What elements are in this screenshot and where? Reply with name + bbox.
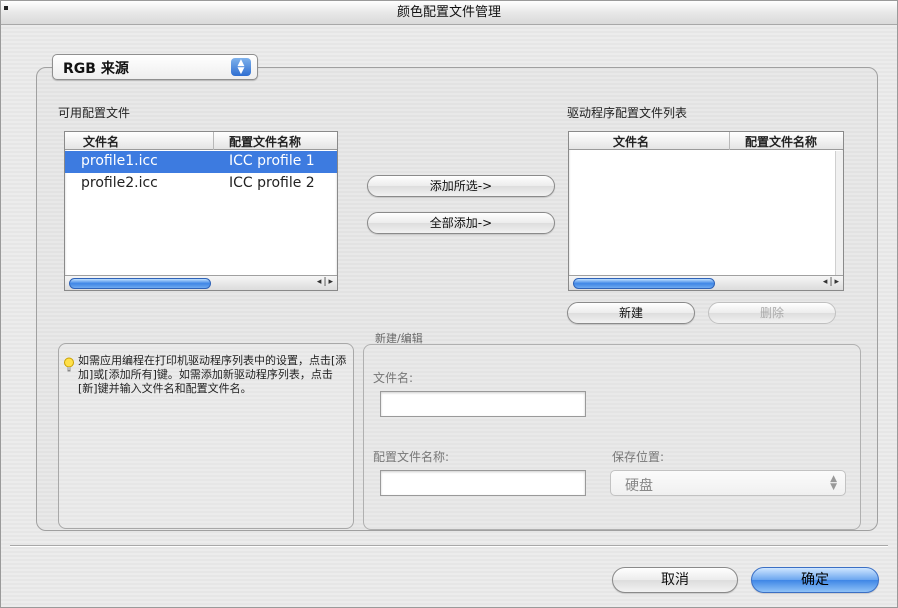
filename-label: 文件名:: [373, 371, 414, 385]
col-header-filename[interactable]: 文件名: [83, 133, 119, 150]
updown-arrows-icon: ▲ ▼: [231, 58, 251, 76]
vertical-scrollbar[interactable]: [835, 151, 843, 275]
col-header-profile[interactable]: 配置文件名称: [229, 133, 301, 150]
horizontal-scrollbar[interactable]: ◂|▸: [65, 275, 337, 290]
row-filename: profile1.icc: [81, 153, 158, 169]
col-header-filename[interactable]: 文件名: [613, 133, 649, 150]
available-profiles-label: 可用配置文件: [58, 106, 131, 120]
available-profiles-table[interactable]: 文件名 配置文件名称 profile1.icc ICC profile 1 pr…: [64, 131, 338, 291]
driver-profiles-table[interactable]: 文件名 配置文件名称 ◂|▸: [568, 131, 844, 291]
scroll-thumb[interactable]: [69, 278, 211, 289]
profile-name-field[interactable]: [380, 470, 586, 496]
lightbulb-icon: [64, 357, 74, 372]
new-button[interactable]: 新建: [567, 302, 695, 324]
scroll-arrows-icon[interactable]: ◂|▸: [317, 277, 335, 287]
cancel-button[interactable]: 取消: [612, 567, 738, 593]
save-location-value: 硬盘: [625, 478, 653, 494]
add-selected-button[interactable]: 添加所选->: [367, 175, 555, 197]
ok-button[interactable]: 确定: [751, 567, 879, 593]
source-popup[interactable]: RGB 来源 ▲ ▼: [52, 54, 258, 80]
driver-list-label: 驱动程序配置文件列表: [567, 106, 688, 120]
table-row[interactable]: profile2.icc ICC profile 2: [65, 173, 337, 195]
updown-arrows-icon: ▲ ▼: [830, 474, 837, 492]
save-location-select[interactable]: 硬盘 ▲ ▼: [610, 470, 846, 496]
scroll-thumb[interactable]: [573, 278, 715, 289]
title-bar: 颜色配置文件管理: [1, 1, 897, 25]
window-title: 颜色配置文件管理: [396, 5, 501, 20]
delete-button[interactable]: 删除: [708, 302, 836, 324]
info-text: 如需应用编程在打印机驱动程序列表中的设置，点击[添加]或[添加所有]键。如需添加…: [78, 354, 347, 395]
column-divider: [729, 132, 730, 150]
table-header: 文件名 配置文件名称: [65, 132, 337, 150]
filename-field[interactable]: [380, 391, 586, 417]
save-location-label: 保存位置:: [612, 450, 665, 464]
profile-name-label: 配置文件名称:: [373, 450, 450, 464]
table-row[interactable]: profile1.icc ICC profile 1: [65, 151, 337, 173]
table-header: 文件名 配置文件名称: [569, 132, 843, 150]
bottom-separator: [10, 545, 888, 546]
source-popup-value: RGB 来源: [63, 61, 129, 77]
col-header-profile[interactable]: 配置文件名称: [745, 133, 817, 150]
horizontal-scrollbar[interactable]: ◂|▸: [569, 275, 843, 290]
row-filename: profile2.icc: [81, 175, 158, 191]
edit-group-box: [363, 344, 861, 530]
scroll-arrows-icon[interactable]: ◂|▸: [823, 277, 841, 287]
row-profile: ICC profile 1: [229, 153, 315, 169]
column-divider: [213, 132, 214, 150]
window-corner-mark: [4, 6, 8, 10]
row-profile: ICC profile 2: [229, 175, 315, 191]
add-all-button[interactable]: 全部添加->: [367, 212, 555, 234]
